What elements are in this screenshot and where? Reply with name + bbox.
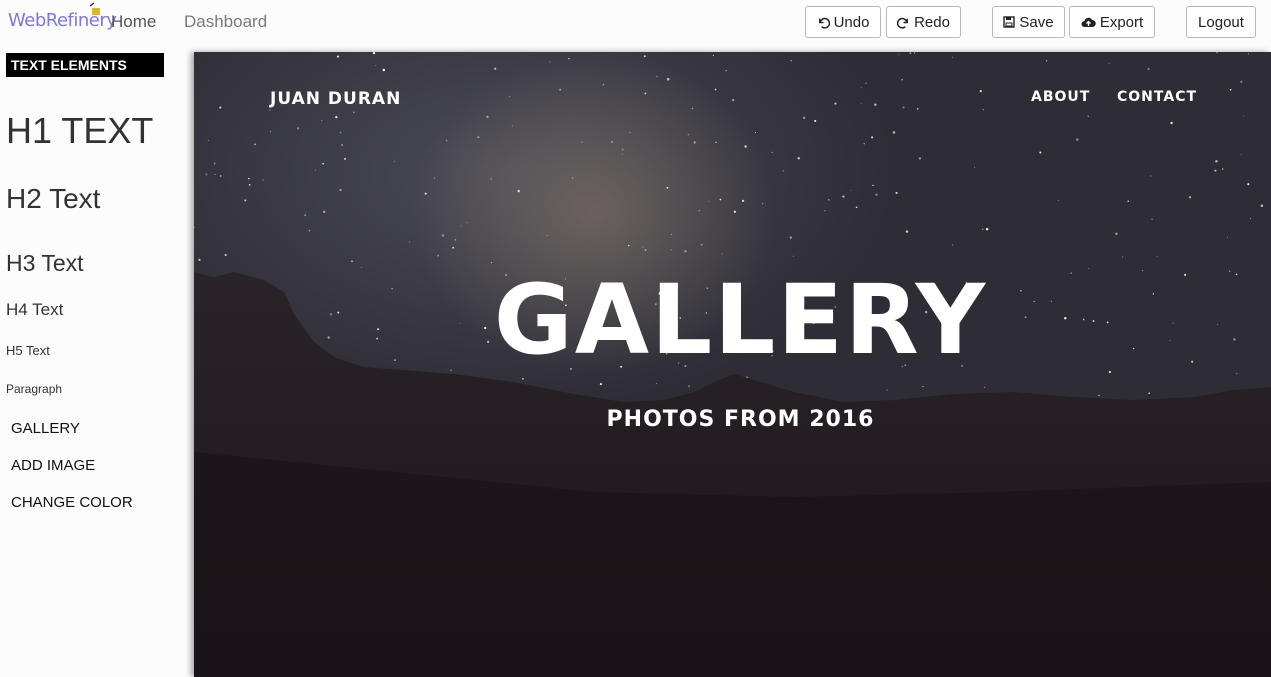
top-bar: WebRefinery Home Dashboard Undo Redo Sav…: [0, 0, 1271, 48]
export-button[interactable]: Export: [1069, 6, 1155, 38]
about-link[interactable]: ABOUT: [1031, 89, 1090, 105]
undo-label: Undo: [833, 13, 870, 31]
contact-link[interactable]: CONTACT: [1117, 89, 1197, 105]
gallery-button[interactable]: GALLERY: [11, 420, 80, 437]
sidebar-item-h3[interactable]: H3 Text: [6, 250, 84, 277]
hero-title[interactable]: GALLERY: [194, 264, 1271, 376]
export-label: Export: [1099, 13, 1144, 31]
hero-subtitle[interactable]: PHOTOS FROM 2016: [194, 407, 1271, 432]
sidebar-item-h1[interactable]: H1 TEXT: [6, 110, 153, 152]
sidebar-item-h5[interactable]: H5 Text: [6, 343, 50, 358]
sidebar-header: TEXT ELEMENTS: [6, 53, 164, 77]
save-label: Save: [1019, 13, 1054, 31]
site-name-link[interactable]: JUAN DURAN: [270, 89, 401, 109]
sidebar: TEXT ELEMENTS H1 TEXT H2 Text H3 Text H4…: [0, 48, 190, 677]
undo-button[interactable]: Undo: [805, 6, 881, 38]
sidebar-item-h4[interactable]: H4 Text: [6, 300, 63, 320]
floppy-disk-icon: [1003, 16, 1016, 28]
redo-button[interactable]: Redo: [886, 6, 961, 38]
save-button[interactable]: Save: [992, 6, 1065, 38]
editor-canvas[interactable]: JUAN DURAN ABOUT CONTACT GALLERY PHOTOS …: [194, 52, 1271, 677]
logo-bucket-icon: [89, 2, 100, 15]
logout-button[interactable]: Logout: [1186, 6, 1256, 38]
change-color-button[interactable]: CHANGE COLOR: [11, 494, 133, 511]
redo-label: Redo: [914, 13, 950, 31]
cloud-upload-icon: [1081, 17, 1096, 27]
undo-icon: [818, 17, 830, 29]
redo-icon: [897, 17, 909, 29]
nav-home-link[interactable]: Home: [111, 12, 156, 32]
add-image-button[interactable]: ADD IMAGE: [11, 457, 95, 474]
sidebar-item-h2[interactable]: H2 Text: [6, 183, 100, 215]
nav-dashboard-link[interactable]: Dashboard: [184, 12, 267, 32]
sidebar-item-paragraph[interactable]: Paragraph: [6, 382, 62, 396]
